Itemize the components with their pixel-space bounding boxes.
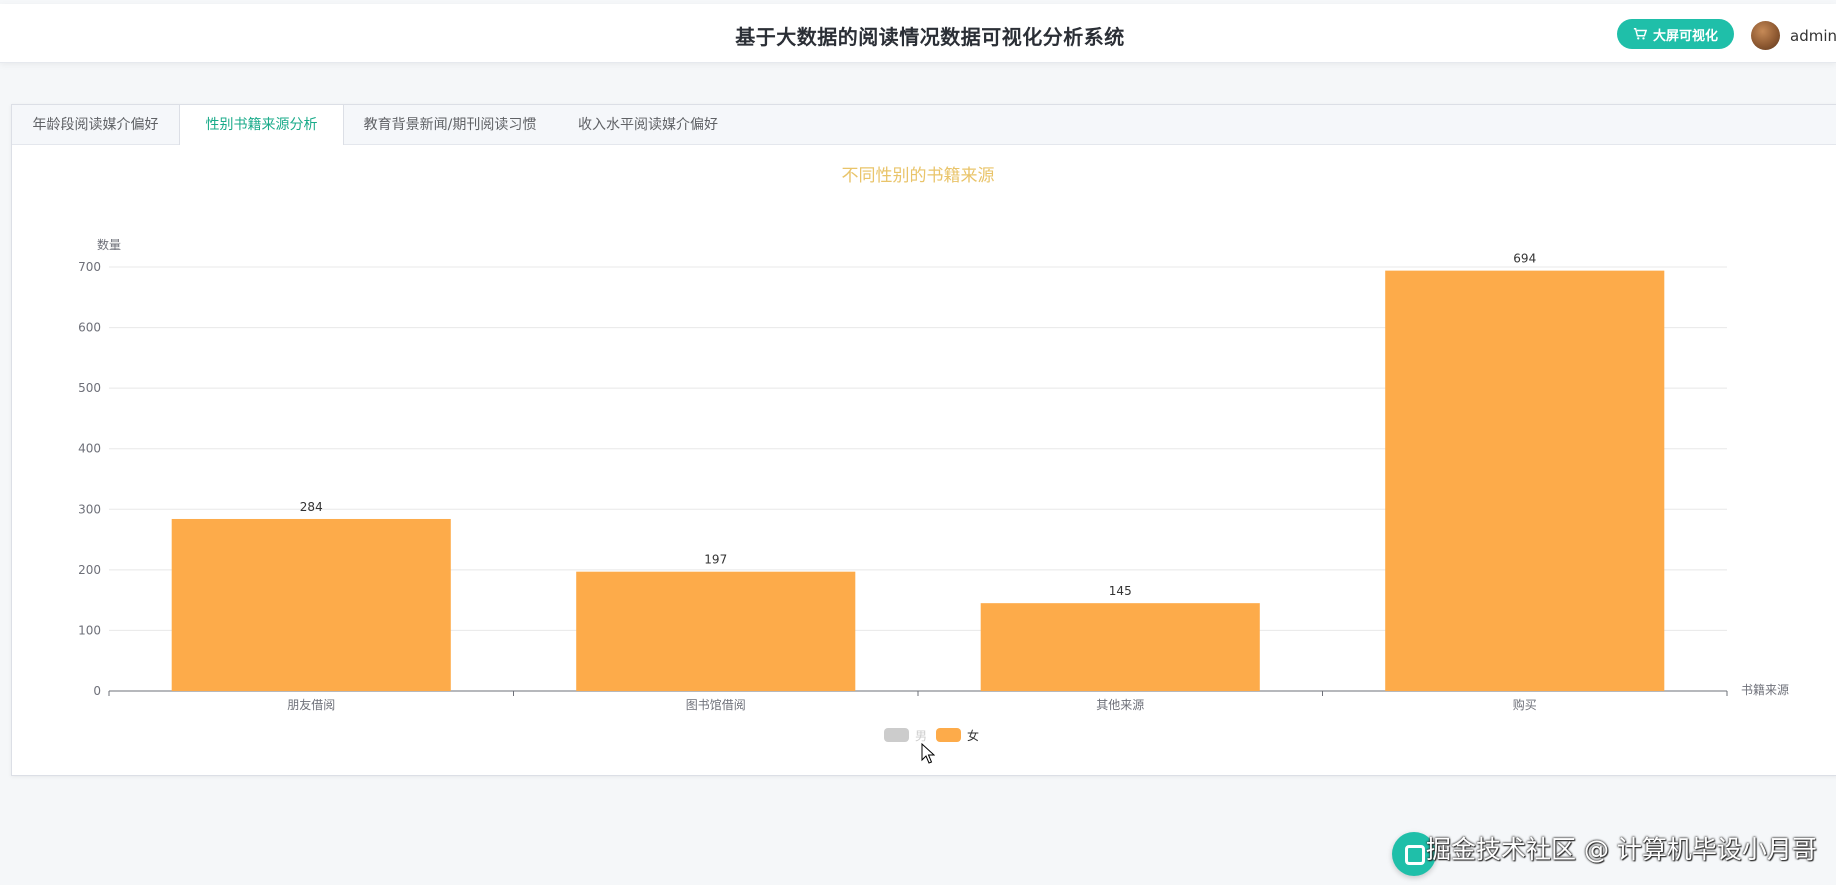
mouse-cursor-icon	[921, 743, 935, 764]
bar-value-label: 197	[704, 553, 727, 567]
legend-label[interactable]: 女	[967, 728, 979, 743]
y-tick-label: 600	[78, 321, 101, 335]
x-axis-label: 书籍来源	[1741, 682, 1789, 697]
bar-value-label: 145	[1109, 584, 1132, 598]
watermark-text: 掘金技术社区 @ 计算机毕设小月哥	[1426, 835, 1817, 864]
y-tick-label: 0	[93, 684, 101, 698]
legend-swatch[interactable]	[884, 728, 909, 742]
bar-value-label: 694	[1513, 252, 1536, 266]
legend-swatch[interactable]	[936, 728, 961, 742]
y-tick-label: 400	[78, 442, 101, 456]
bar[interactable]	[980, 603, 1260, 691]
y-tick-label: 500	[78, 381, 101, 395]
bar[interactable]	[171, 518, 451, 691]
bar[interactable]	[576, 571, 856, 691]
legend-label[interactable]: 男	[915, 729, 927, 743]
y-tick-label: 200	[78, 563, 101, 577]
x-tick-label: 图书馆借阅	[686, 697, 746, 712]
y-tick-label: 300	[78, 502, 101, 516]
bar-value-label: 284	[300, 500, 323, 514]
x-tick-label: 购买	[1513, 697, 1537, 712]
y-tick-label: 100	[78, 623, 101, 637]
x-tick-label: 其他来源	[1096, 698, 1144, 712]
y-axis-label: 数量	[97, 237, 121, 252]
x-tick-label: 朋友借阅	[287, 698, 335, 712]
y-tick-label: 700	[78, 260, 101, 274]
bar-chart: 0 100 200 300 400 500 600 700 数量朋友借阅 图书馆借阅 其他来源 购买 书…	[78, 237, 1789, 743]
bar[interactable]	[1385, 270, 1665, 691]
